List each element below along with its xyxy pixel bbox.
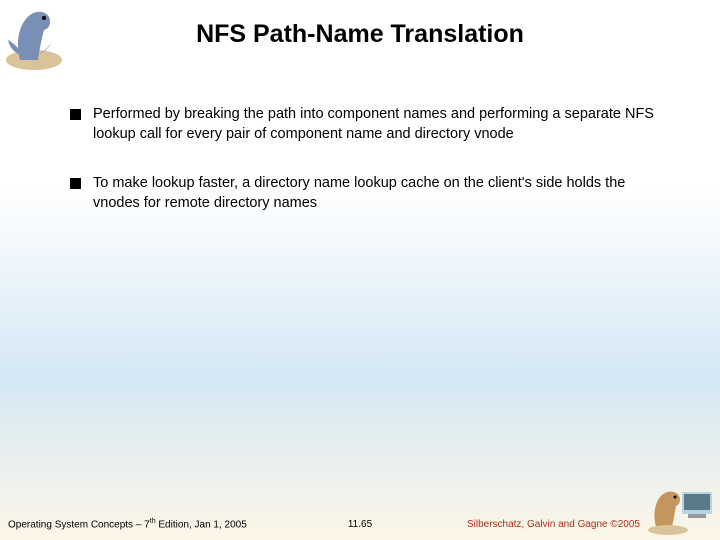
slide-title: NFS Path-Name Translation: [0, 20, 720, 49]
square-bullet-icon: [70, 109, 81, 120]
bullet-item: To make lookup faster, a directory name …: [70, 174, 660, 213]
footer-left-suffix: Edition, Jan 1, 2005: [156, 519, 247, 530]
dinosaur-logo-bottom: [644, 482, 716, 536]
slide: NFS Path-Name Translation Performed by b…: [0, 0, 720, 540]
bullet-item: Performed by breaking the path into comp…: [70, 105, 660, 144]
footer-left-prefix: Operating System Concepts – 7: [8, 519, 150, 530]
footer-copyright: Silberschatz, Galvin and Gagne ©2005: [467, 519, 640, 530]
square-bullet-icon: [70, 178, 81, 189]
footer-slide-number: 11.65: [348, 519, 372, 530]
bullet-text: To make lookup faster, a directory name …: [93, 174, 660, 213]
footer-left: Operating System Concepts – 7th Edition,…: [8, 518, 247, 530]
content-area: Performed by breaking the path into comp…: [70, 105, 660, 243]
bullet-text: Performed by breaking the path into comp…: [93, 105, 660, 144]
